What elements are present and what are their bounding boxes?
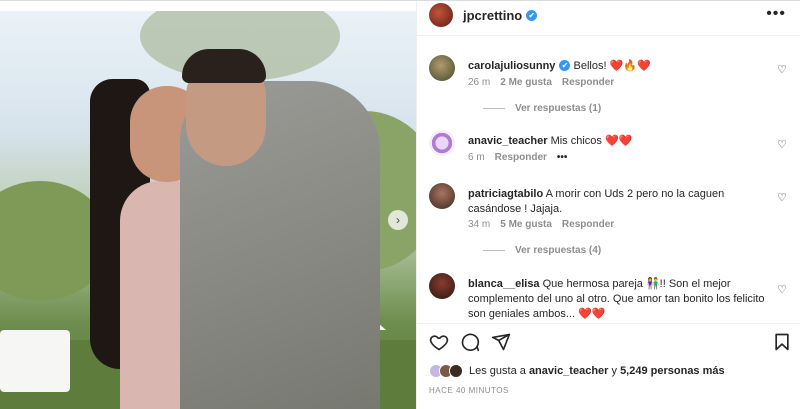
- avatar[interactable]: [429, 183, 455, 209]
- comment-username[interactable]: blanca__elisa: [468, 278, 540, 290]
- comment-likes[interactable]: 5 Me gusta: [500, 219, 552, 230]
- likes-summary[interactable]: Les gusta a anavic_teacher y 5,249 perso…: [429, 364, 725, 378]
- divider: [483, 250, 505, 251]
- view-replies-button[interactable]: Ver respuestas (1): [483, 103, 601, 114]
- comment-like-icon[interactable]: ♡: [777, 138, 787, 151]
- comment-time: 26 m: [468, 77, 491, 88]
- table: [0, 330, 70, 392]
- reply-button[interactable]: Responder: [562, 219, 614, 230]
- more-options-icon[interactable]: •••: [766, 5, 786, 23]
- comment-likes[interactable]: 2 Me gusta: [500, 77, 552, 88]
- avatar[interactable]: [429, 55, 455, 81]
- likes-first-user[interactable]: anavic_teacher: [529, 365, 609, 377]
- comment-username[interactable]: anavic_teacher: [468, 135, 548, 147]
- comment-time: 6 m: [468, 152, 485, 163]
- avatar[interactable]: [429, 130, 455, 156]
- view-replies-label: Ver respuestas (4): [515, 245, 602, 256]
- post-header: jpcrettino ✔ •••: [417, 1, 800, 29]
- comment-like-icon[interactable]: ♡: [777, 63, 787, 76]
- comment-time: 34 m: [468, 219, 491, 230]
- reply-button[interactable]: Responder: [562, 77, 614, 88]
- view-replies-label: Ver respuestas (1): [515, 103, 602, 114]
- comment-meta: 6 m Responder •••: [468, 152, 567, 163]
- post-panel: jpcrettino ✔ ••• carolajuliosunny ✔ Bello…: [416, 1, 800, 409]
- comment-emoji: ❤️🔥❤️: [609, 60, 651, 72]
- comment-username[interactable]: carolajuliosunny: [468, 60, 555, 72]
- divider: [417, 35, 800, 36]
- comment-meta: 26 m 2 Me gusta Responder: [468, 77, 614, 88]
- likes-prefix: Les gusta a: [469, 365, 526, 377]
- avatar[interactable]: [429, 273, 455, 299]
- comment-meta: 34 m 5 Me gusta Responder: [468, 219, 614, 230]
- more-options-icon[interactable]: •••: [557, 152, 568, 163]
- comment-body: carolajuliosunny ✔ Bellos! ❤️🔥❤️: [468, 59, 768, 74]
- verified-icon: ✔: [559, 60, 571, 71]
- chevron-right-icon[interactable]: ›: [388, 210, 408, 230]
- divider: [483, 108, 505, 109]
- likes-joiner: y: [611, 365, 618, 377]
- post-actions: Les gusta a anavic_teacher y 5,249 perso…: [417, 323, 800, 409]
- verified-icon: ✔: [526, 9, 538, 21]
- post-photo[interactable]: ›: [0, 11, 416, 409]
- likes-text: Les gusta a anavic_teacher y 5,249 perso…: [469, 365, 725, 377]
- comment-emoji: ❤️❤️: [604, 135, 633, 147]
- view-replies-button[interactable]: Ver respuestas (4): [483, 245, 601, 256]
- likes-others[interactable]: 5,249 personas más: [620, 365, 725, 377]
- comment-like-icon[interactable]: ♡: [777, 191, 787, 204]
- comment-text: Bellos!: [573, 60, 607, 72]
- post-timestamp: HACE 40 MINUTOS: [429, 386, 509, 395]
- avatar: [449, 364, 463, 378]
- heart-icon[interactable]: [429, 332, 449, 352]
- reply-button[interactable]: Responder: [495, 152, 547, 163]
- post-modal: › jpcrettino ✔ ••• carolajuliosunny ✔ Bel…: [0, 0, 800, 409]
- comment-body: patriciagtabilo A morir con Uds 2 pero n…: [468, 187, 768, 217]
- comment-username[interactable]: patriciagtabilo: [468, 188, 543, 200]
- comment-body: blanca__elisa Que hermosa pareja 👫!! Son…: [468, 277, 768, 322]
- comment-body: anavic_teacher Mis chicos ❤️❤️: [468, 134, 768, 149]
- comments-list: carolajuliosunny ✔ Bellos! ❤️🔥❤️ 26 m 2 M…: [417, 37, 800, 323]
- man-hair: [182, 49, 266, 83]
- comment-icon[interactable]: [460, 332, 480, 352]
- bookmark-icon[interactable]: [772, 332, 792, 352]
- comment-like-icon[interactable]: ♡: [777, 283, 787, 296]
- post-username[interactable]: jpcrettino: [463, 8, 522, 23]
- comment-text: Mis chicos: [550, 135, 602, 147]
- comment-emoji: ❤️❤️: [578, 308, 606, 320]
- share-icon[interactable]: [491, 332, 511, 352]
- avatar[interactable]: [429, 3, 453, 27]
